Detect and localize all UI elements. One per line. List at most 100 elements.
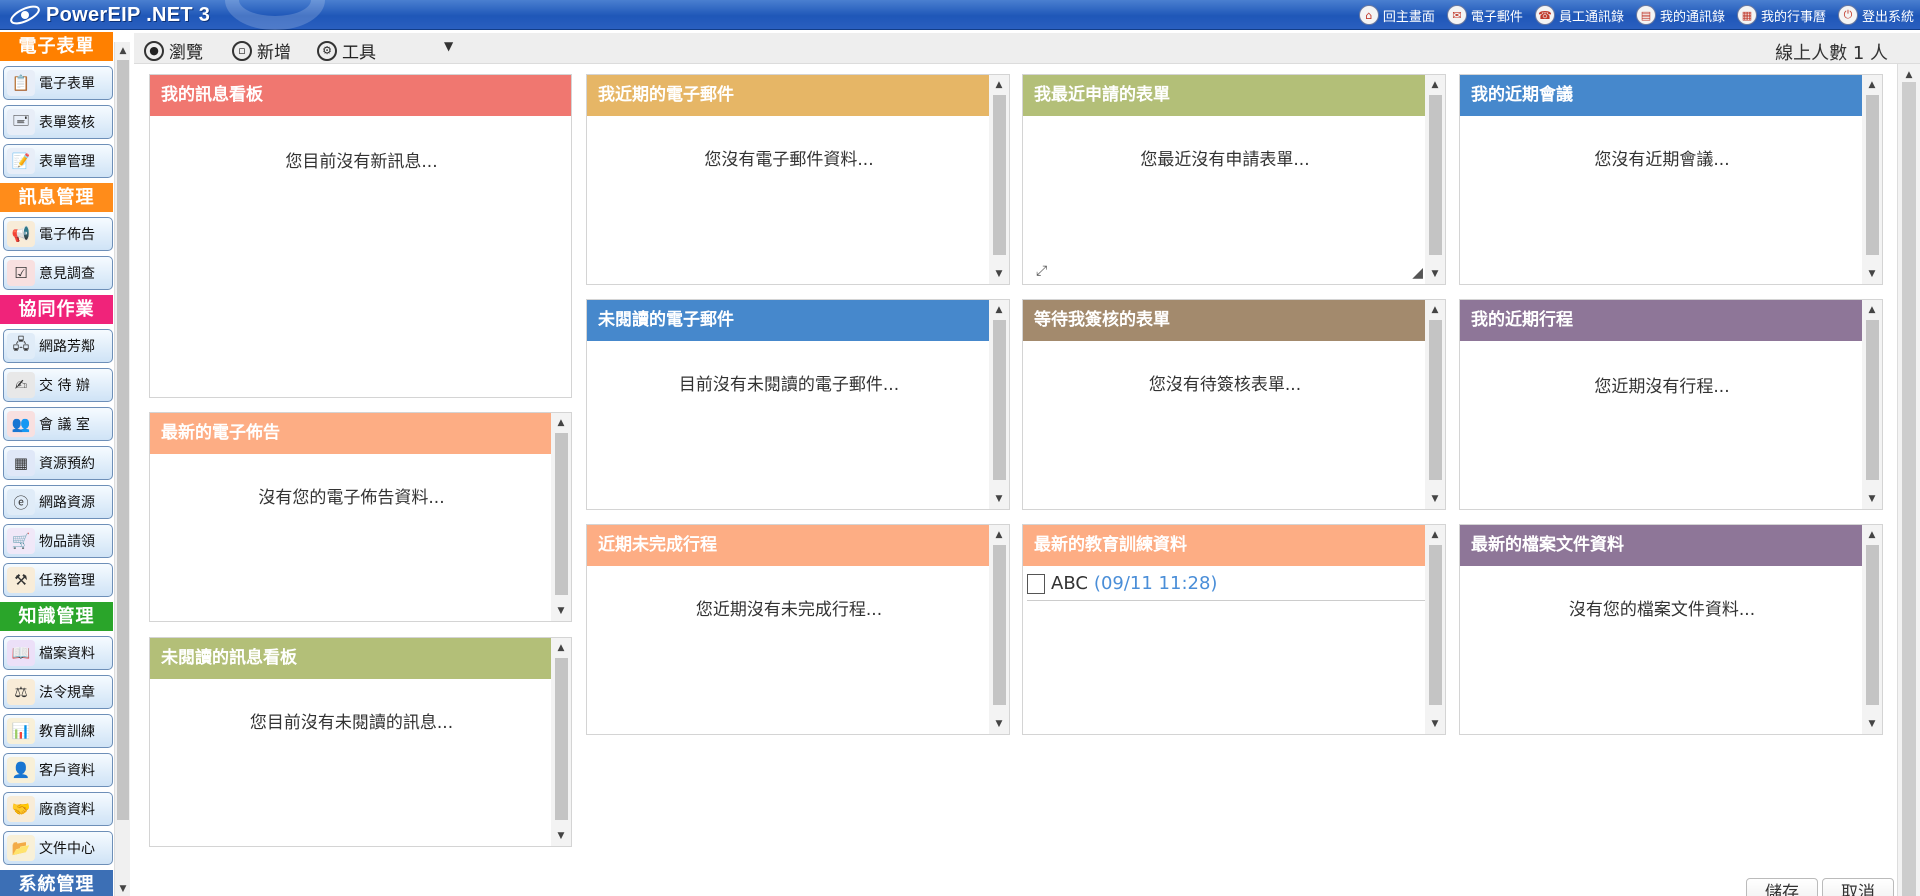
scroll-thumb[interactable] <box>555 658 568 820</box>
sidebar-item-network-resource[interactable]: ⓔ 網路資源 <box>3 485 113 519</box>
scroll-down-icon[interactable]: ▼ <box>1862 266 1882 282</box>
scroll-down-icon[interactable]: ▼ <box>1425 491 1445 507</box>
topnav-item-calendar[interactable]: ▦ 我的行事曆 <box>1736 5 1826 25</box>
sidebar-item-vendor[interactable]: 🤝 廠商資料 <box>3 792 113 826</box>
scroll-up-icon[interactable]: ▲ <box>1425 302 1445 318</box>
widget-scrollbar[interactable]: ▲ ▼ <box>1425 525 1445 734</box>
widget-title[interactable]: 我的近期行程 <box>1460 300 1864 341</box>
sidebar-item-bulletin[interactable]: 📢 電子佈告 <box>3 217 113 251</box>
sidebar-scroll-thumb[interactable] <box>117 60 129 820</box>
sidebar-item-form-manage[interactable]: 📝 表單管理 <box>3 144 113 178</box>
scroll-up-icon[interactable]: ▲ <box>1425 527 1445 543</box>
scroll-thumb[interactable] <box>993 95 1006 255</box>
widget-scrollbar[interactable]: ▲ ▼ <box>1862 75 1882 284</box>
browse-button[interactable]: ● 瀏覽 <box>144 38 203 63</box>
scroll-up-icon[interactable]: ▲ <box>1862 302 1882 318</box>
topnav-item-logout[interactable]: ⏻ 登出系統 <box>1837 5 1914 25</box>
sidebar-item-doc-center[interactable]: 📂 文件中心 <box>3 831 113 865</box>
widget-title[interactable]: 我的訊息看板 <box>150 75 571 116</box>
scroll-down-icon[interactable]: ▼ <box>989 716 1009 732</box>
sidebar-item-law[interactable]: ⚖ 法令規章 <box>3 675 113 709</box>
scroll-thumb[interactable] <box>1429 545 1442 705</box>
scroll-down-icon[interactable]: ▼ <box>1862 491 1882 507</box>
scroll-down-icon[interactable]: ▼ <box>551 603 571 619</box>
sidebar-item-customer[interactable]: 👤 客戶資料 <box>3 753 113 787</box>
scroll-up-icon[interactable]: ▲ <box>551 640 571 656</box>
scroll-thumb[interactable] <box>1866 320 1879 480</box>
widget-title[interactable]: 最新的電子佈告 <box>150 413 553 454</box>
scroll-down-icon[interactable]: ▼ <box>1862 716 1882 732</box>
sidebar-header-system[interactable]: 系統管理 <box>0 870 113 896</box>
scroll-up-icon[interactable]: ▲ <box>115 44 131 58</box>
sidebar-item-form-sign[interactable]: 🖃 表單簽核 <box>3 105 113 139</box>
cancel-button[interactable]: 取消 <box>1822 878 1894 896</box>
sidebar-item-todo[interactable]: ✍ 交 待 辦 <box>3 368 113 402</box>
widget-title[interactable]: 最新的檔案文件資料 <box>1460 525 1864 566</box>
sidebar-item-eform[interactable]: 📋 電子表單 <box>3 66 113 100</box>
topnav-item-contacts[interactable]: ☎ 員工通訊錄 <box>1534 5 1624 25</box>
sidebar-item-training[interactable]: 📊 教育訓練 <box>3 714 113 748</box>
sidebar-header-messages[interactable]: 訊息管理 <box>0 183 113 212</box>
main-scroll-thumb[interactable] <box>1902 82 1916 896</box>
scroll-down-icon[interactable]: ▼ <box>989 491 1009 507</box>
topnav-item-address-book[interactable]: ▤ 我的通訊錄 <box>1635 5 1725 25</box>
scroll-down-icon[interactable]: ▼ <box>551 828 571 844</box>
expand-icon[interactable]: ⤢ <box>1036 263 1047 279</box>
scroll-up-icon[interactable]: ▲ <box>1898 68 1920 82</box>
sidebar-item-file-data[interactable]: 📖 檔案資料 <box>3 636 113 670</box>
scroll-thumb[interactable] <box>1866 95 1879 255</box>
sidebar-header-forms[interactable]: 電子表單 <box>0 32 113 61</box>
scroll-thumb[interactable] <box>1866 545 1879 705</box>
scroll-down-icon[interactable]: ▼ <box>1425 716 1445 732</box>
widget-title[interactable]: 未閱讀的訊息看板 <box>150 638 553 679</box>
sidebar-item-survey[interactable]: ☑ 意見調查 <box>3 256 113 290</box>
widget-scrollbar[interactable]: ▲ ▼ <box>989 525 1009 734</box>
sidebar-scrollbar[interactable]: ▲ ▼ <box>114 42 130 896</box>
scroll-thumb[interactable] <box>555 433 568 595</box>
scroll-up-icon[interactable]: ▲ <box>989 77 1009 93</box>
widget-title[interactable]: 近期未完成行程 <box>587 525 991 566</box>
sidebar-item-resource-booking[interactable]: ▦ 資源預約 <box>3 446 113 480</box>
scroll-down-icon[interactable]: ▼ <box>115 882 131 896</box>
scroll-thumb[interactable] <box>993 545 1006 705</box>
scroll-up-icon[interactable]: ▲ <box>1862 77 1882 93</box>
resize-handle-icon[interactable]: ◢ <box>1412 265 1423 281</box>
widget-scrollbar[interactable]: ▲ ▼ <box>1425 75 1445 284</box>
tools-button[interactable]: ⚙ 工具 <box>317 38 376 63</box>
widget-scrollbar[interactable]: ▲ ▼ <box>989 75 1009 284</box>
save-button[interactable]: 儲存 <box>1746 878 1818 896</box>
widget-title[interactable]: 等待我簽核的表單 <box>1023 300 1427 341</box>
scroll-up-icon[interactable]: ▲ <box>989 527 1009 543</box>
sidebar-item-network-fang[interactable]: 🖧 網路芳鄰 <box>3 329 113 363</box>
widget-scrollbar[interactable]: ▲ ▼ <box>551 413 571 621</box>
scroll-down-icon[interactable]: ▼ <box>1425 266 1445 282</box>
widget-title[interactable]: 我最近申請的表單 <box>1023 75 1427 116</box>
scroll-thumb[interactable] <box>1429 95 1442 255</box>
widget-scrollbar[interactable]: ▲ ▼ <box>1425 300 1445 509</box>
scroll-down-icon[interactable]: ▼ <box>989 266 1009 282</box>
widget-scrollbar[interactable]: ▲ ▼ <box>989 300 1009 509</box>
sidebar-header-collab[interactable]: 協同作業 <box>0 295 113 324</box>
scroll-thumb[interactable] <box>993 320 1006 480</box>
main-scrollbar[interactable]: ▲ <box>1897 64 1920 896</box>
training-item-name[interactable]: ABC <box>1051 573 1088 594</box>
widget-scrollbar[interactable]: ▲ ▼ <box>1862 300 1882 509</box>
scroll-up-icon[interactable]: ▲ <box>1425 77 1445 93</box>
tools-dropdown-arrow[interactable]: ▼ <box>444 39 453 53</box>
sidebar-item-goods-request[interactable]: 🛒 物品請領 <box>3 524 113 558</box>
widget-scrollbar[interactable]: ▲ ▼ <box>1862 525 1882 734</box>
topnav-item-mail[interactable]: ✉ 電子郵件 <box>1446 5 1523 25</box>
sidebar-header-knowledge[interactable]: 知識管理 <box>0 602 113 631</box>
widget-title[interactable]: 我近期的電子郵件 <box>587 75 991 116</box>
widget-title[interactable]: 未閱讀的電子郵件 <box>587 300 991 341</box>
sidebar-item-meeting-room[interactable]: 👥 會 議 室 <box>3 407 113 441</box>
scroll-thumb[interactable] <box>1429 320 1442 480</box>
widget-scrollbar[interactable]: ▲ ▼ <box>551 638 571 846</box>
sidebar-item-task-manage[interactable]: ⚒ 任務管理 <box>3 563 113 597</box>
topnav-item-home[interactable]: ⌂ 回主畫面 <box>1358 5 1435 25</box>
list-item[interactable]: ABC (09/11 11:28) <box>1027 567 1425 601</box>
widget-title[interactable]: 最新的教育訓練資料 <box>1023 525 1427 566</box>
scroll-up-icon[interactable]: ▲ <box>989 302 1009 318</box>
add-button[interactable]: ▫ 新增 <box>232 38 291 63</box>
widget-title[interactable]: 我的近期會議 <box>1460 75 1864 116</box>
